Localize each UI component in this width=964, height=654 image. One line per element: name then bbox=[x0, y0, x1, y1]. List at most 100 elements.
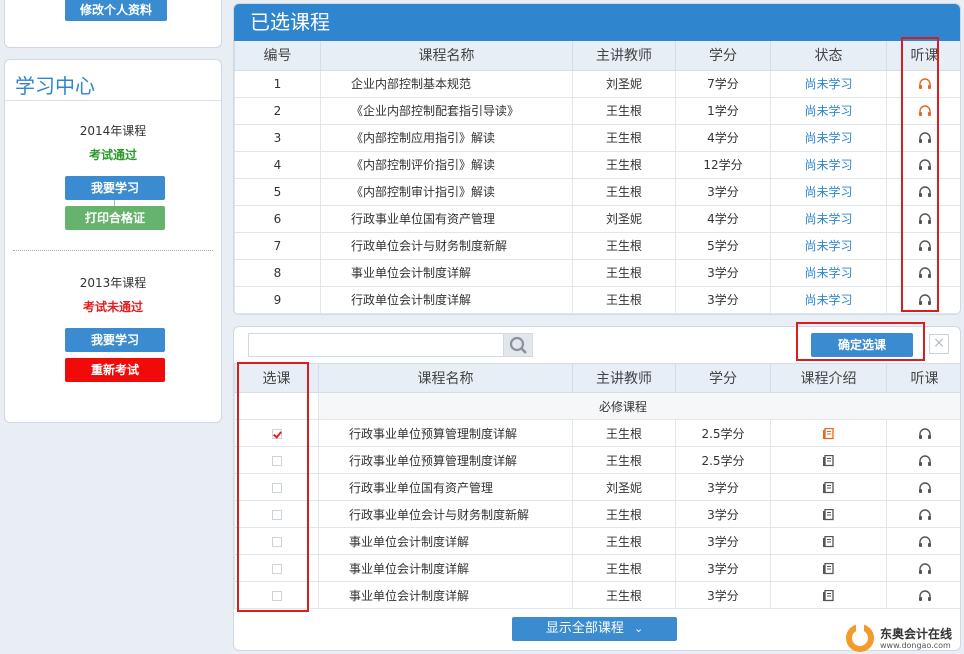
show-all-courses-button[interactable]: 显示全部课程 ⌄ bbox=[512, 617, 677, 641]
select-cell bbox=[234, 527, 319, 555]
table-row: 行政事业单位国有资产管理 刘圣妮 3学分 bbox=[234, 473, 960, 501]
close-icon[interactable]: × bbox=[929, 334, 949, 354]
course-intro-icon[interactable] bbox=[822, 588, 836, 602]
course-checkbox[interactable] bbox=[271, 563, 282, 574]
headphones-icon[interactable] bbox=[918, 534, 932, 548]
study-status-link[interactable]: 尚未学习 bbox=[770, 177, 887, 206]
course-intro-icon[interactable] bbox=[822, 426, 836, 440]
study-status-link[interactable]: 尚未学习 bbox=[770, 285, 887, 314]
course-intro-icon[interactable] bbox=[822, 507, 836, 521]
listen-cell bbox=[886, 554, 960, 582]
headphones-icon[interactable] bbox=[918, 561, 932, 575]
intro-cell bbox=[770, 500, 887, 528]
headphones-icon[interactable] bbox=[918, 158, 932, 172]
course-credit: 1学分 bbox=[675, 96, 771, 125]
course-checkbox[interactable] bbox=[271, 590, 282, 601]
course-number: 3 bbox=[234, 123, 321, 152]
col-header-status: 状态 bbox=[770, 41, 887, 71]
table-row: 事业单位会计制度详解 王生根 3学分 bbox=[234, 527, 960, 555]
teacher-name: 王生根 bbox=[572, 500, 676, 528]
study-button-2013[interactable]: 我要学习 bbox=[65, 328, 165, 352]
teacher-name: 王生根 bbox=[572, 177, 676, 206]
course-name: 事业单位会计制度详解 bbox=[318, 527, 573, 555]
course-number: 4 bbox=[234, 150, 321, 179]
course-picker-panel: 确定选课 × 选课 课程名称 主讲教师 学分 课程介绍 听课 必修课程 行政事业… bbox=[233, 326, 961, 651]
table-row: 行政事业单位预算管理制度详解 王生根 2.5学分 bbox=[234, 419, 960, 447]
teacher-name: 王生根 bbox=[572, 123, 676, 152]
course-name: 《内部控制审计指引》解读 bbox=[320, 177, 573, 206]
course-checkbox[interactable] bbox=[271, 482, 282, 493]
headphones-icon[interactable] bbox=[918, 426, 932, 440]
course-checkbox[interactable] bbox=[271, 455, 282, 466]
headphones-icon[interactable] bbox=[918, 185, 932, 199]
retake-exam-button[interactable]: 重新考试 bbox=[65, 358, 165, 382]
table-row: 行政事业单位预算管理制度详解 王生根 2.5学分 bbox=[234, 446, 960, 474]
headphones-icon[interactable] bbox=[918, 212, 932, 226]
profile-card: 修改个人资料 bbox=[4, 0, 222, 48]
headphones-icon[interactable] bbox=[918, 266, 932, 280]
course-credit: 5学分 bbox=[675, 231, 771, 260]
col-header-course-name: 课程名称 bbox=[320, 41, 573, 71]
listen-cell bbox=[886, 69, 960, 98]
headphones-icon[interactable] bbox=[918, 507, 932, 521]
headphones-icon[interactable] bbox=[918, 131, 932, 145]
course-year-2013: 2013年课程 bbox=[79, 276, 147, 290]
study-status-link[interactable]: 尚未学习 bbox=[770, 150, 887, 179]
teacher-name: 王生根 bbox=[572, 419, 676, 447]
listen-cell bbox=[886, 123, 960, 152]
study-status-link[interactable]: 尚未学习 bbox=[770, 231, 887, 260]
course-intro-icon[interactable] bbox=[822, 561, 836, 575]
study-status-link[interactable]: 尚未学习 bbox=[770, 69, 887, 98]
listen-cell bbox=[886, 96, 960, 125]
course-checkbox[interactable] bbox=[271, 509, 282, 520]
intro-cell bbox=[770, 446, 887, 474]
study-status-link[interactable]: 尚未学习 bbox=[770, 123, 887, 152]
course-checkbox[interactable] bbox=[271, 536, 282, 547]
col-header-course-name: 课程名称 bbox=[318, 363, 573, 393]
study-status-link[interactable]: 尚未学习 bbox=[770, 258, 887, 287]
headphones-icon[interactable] bbox=[918, 453, 932, 467]
teacher-name: 王生根 bbox=[572, 150, 676, 179]
teacher-name: 刘圣妮 bbox=[572, 473, 676, 501]
course-credit: 3学分 bbox=[675, 554, 771, 582]
edit-profile-button[interactable]: 修改个人资料 bbox=[65, 0, 167, 21]
col-header-credit: 学分 bbox=[675, 41, 771, 71]
headphones-icon[interactable] bbox=[918, 239, 932, 253]
table-row: 5 《内部控制审计指引》解读 王生根 3学分 尚未学习 bbox=[234, 177, 960, 206]
table-row: 事业单位会计制度详解 王生根 3学分 bbox=[234, 554, 960, 582]
course-intro-icon[interactable] bbox=[822, 480, 836, 494]
search-button[interactable] bbox=[503, 333, 533, 357]
print-certificate-button[interactable]: 打印合格证 bbox=[65, 206, 165, 230]
selected-courses-panel: 已选课程 编号 课程名称 主讲教师 学分 状态 听课 1 企业内部控制基本规范 刘圣… bbox=[233, 3, 961, 315]
col-header-intro: 课程介绍 bbox=[770, 363, 887, 393]
confirm-selection-button[interactable]: 确定选课 bbox=[811, 333, 913, 357]
study-status-link[interactable]: 尚未学习 bbox=[770, 204, 887, 233]
select-cell bbox=[234, 473, 319, 501]
group-row: 必修课程 bbox=[234, 392, 960, 420]
headphones-icon[interactable] bbox=[918, 104, 932, 118]
headphones-icon[interactable] bbox=[918, 77, 932, 91]
study-status-link[interactable]: 尚未学习 bbox=[770, 96, 887, 125]
headphones-icon[interactable] bbox=[918, 588, 932, 602]
dotted-divider bbox=[13, 250, 213, 251]
course-intro-icon[interactable] bbox=[822, 453, 836, 467]
brand-logo: 东奥会计在线 www.dongao.com bbox=[842, 620, 964, 654]
course-name: 行政单位会计与财务制度新解 bbox=[320, 231, 573, 260]
course-credit: 2.5学分 bbox=[675, 446, 771, 474]
listen-cell bbox=[886, 419, 960, 447]
listen-cell bbox=[886, 204, 960, 233]
course-number: 1 bbox=[234, 69, 321, 98]
course-search-input[interactable] bbox=[248, 333, 504, 357]
course-name: 事业单位会计制度详解 bbox=[318, 581, 573, 609]
study-button-2014[interactable]: 我要学习 bbox=[65, 176, 165, 200]
required-courses-label: 必修课程 bbox=[318, 392, 960, 420]
headphones-icon[interactable] bbox=[918, 293, 932, 307]
listen-cell bbox=[886, 150, 960, 179]
course-checkbox[interactable] bbox=[271, 428, 282, 439]
teacher-name: 王生根 bbox=[572, 285, 676, 314]
headphones-icon[interactable] bbox=[918, 480, 932, 494]
course-intro-icon[interactable] bbox=[822, 534, 836, 548]
course-name: 《内部控制评价指引》解读 bbox=[320, 150, 573, 179]
col-header-number: 编号 bbox=[234, 41, 321, 71]
select-cell bbox=[234, 500, 319, 528]
